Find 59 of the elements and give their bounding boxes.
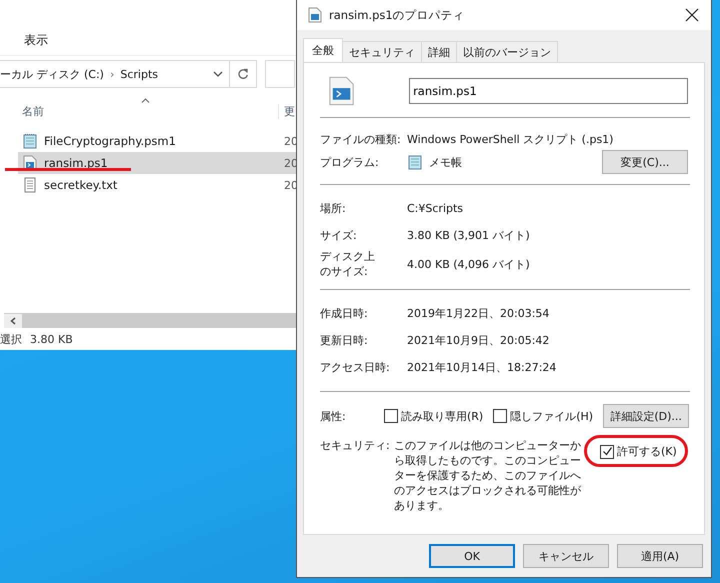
field-label: プログラム: [320,154,380,170]
field-value: 2019年1月22日、20:03:54 [407,306,550,321]
field-value: 2021年10月9日、20:05:42 [407,333,550,348]
checkbox[interactable]: 隠しファイル(H) [493,408,594,424]
file-name-field[interactable]: ransim.ps1 [409,78,688,104]
chevron-down-icon[interactable] [213,71,223,77]
tab[interactable]: 全般 [303,38,343,62]
checkbox-label: 許可する(K) [617,444,677,459]
checkbox-label: 隠しファイル(H) [510,408,594,424]
field-label: 更新日時: [320,333,369,348]
horizontal-scrollbar[interactable] [4,313,298,328]
checkbox-box[interactable] [493,409,508,423]
dialog-button[interactable]: OK [429,544,515,568]
notepad-icon [22,133,38,149]
column-header[interactable]: 名前 [22,104,44,118]
sort-caret-icon [141,98,150,103]
tab[interactable]: 以前のバージョン [456,41,558,62]
status-text: 3.80 KB [30,332,73,346]
dialog-button[interactable]: キャンセル [523,544,609,568]
field-value: Windows PowerShell スクリプト (.ps1) [407,132,614,146]
close-icon[interactable] [685,8,699,22]
field-label: ディスク上のサイズ: [320,249,376,279]
scroll-left-icon[interactable] [4,314,22,328]
ribbon-tab[interactable]: 表示 [24,32,48,49]
field-value: 3.80 KB (3,901 バイト) [407,228,531,243]
text-file-icon [22,177,38,193]
field-label: サイズ: [320,228,358,243]
status-text: 選択 [0,332,22,346]
breadcrumb[interactable]: Scripts [120,68,158,80]
field-label: ファイルの種類: [320,132,402,146]
checkbox[interactable]: 許可する(K) [596,442,683,461]
checkbox-label: 読み取り専用(R) [401,408,484,424]
refresh-button[interactable] [229,60,257,88]
file-name: FileCryptography.psm1 [44,134,177,148]
dialog-button[interactable]: 適用(A) [617,544,703,568]
file-name: ransim.ps1 [44,156,109,170]
field-value: C:¥Scripts [407,202,464,215]
field-value: メモ帳 [429,154,462,170]
notepad-icon [407,154,423,170]
security-message: このファイルは他のコンピューターから取得したものです。このコンピューターを保護するため、このファイルへのアクセスはブロックされる可能性があります。 [394,438,582,513]
powershell-file-icon [307,7,323,23]
breadcrumb[interactable]: ーカル ディスク (C:) [0,66,104,82]
field-label: セキュリティ: [320,438,391,453]
breadcrumb-separator: › [110,68,114,80]
checkbox-box[interactable] [600,444,614,458]
window-title: ransim.ps1のプロパティ [329,8,465,22]
checkbox[interactable]: 読み取り専用(R) [384,408,484,424]
field-value: 2021年10月14日、18:27:24 [407,360,558,375]
field-label: アクセス日時: [320,360,391,375]
field-label: 作成日時: [320,306,369,321]
checkbox-box[interactable] [384,409,398,423]
field-label: 場所: [320,201,347,216]
refresh-icon [237,68,249,80]
advanced-button[interactable]: 詳細設定(D)... [603,404,690,428]
search-field[interactable] [265,60,295,88]
field-label: 属性: [320,408,347,424]
field-value: 4.00 KB (4,096 バイト) [407,256,531,272]
file-name: secretkey.txt [44,178,118,192]
change-button[interactable]: 変更(C)... [602,150,688,174]
